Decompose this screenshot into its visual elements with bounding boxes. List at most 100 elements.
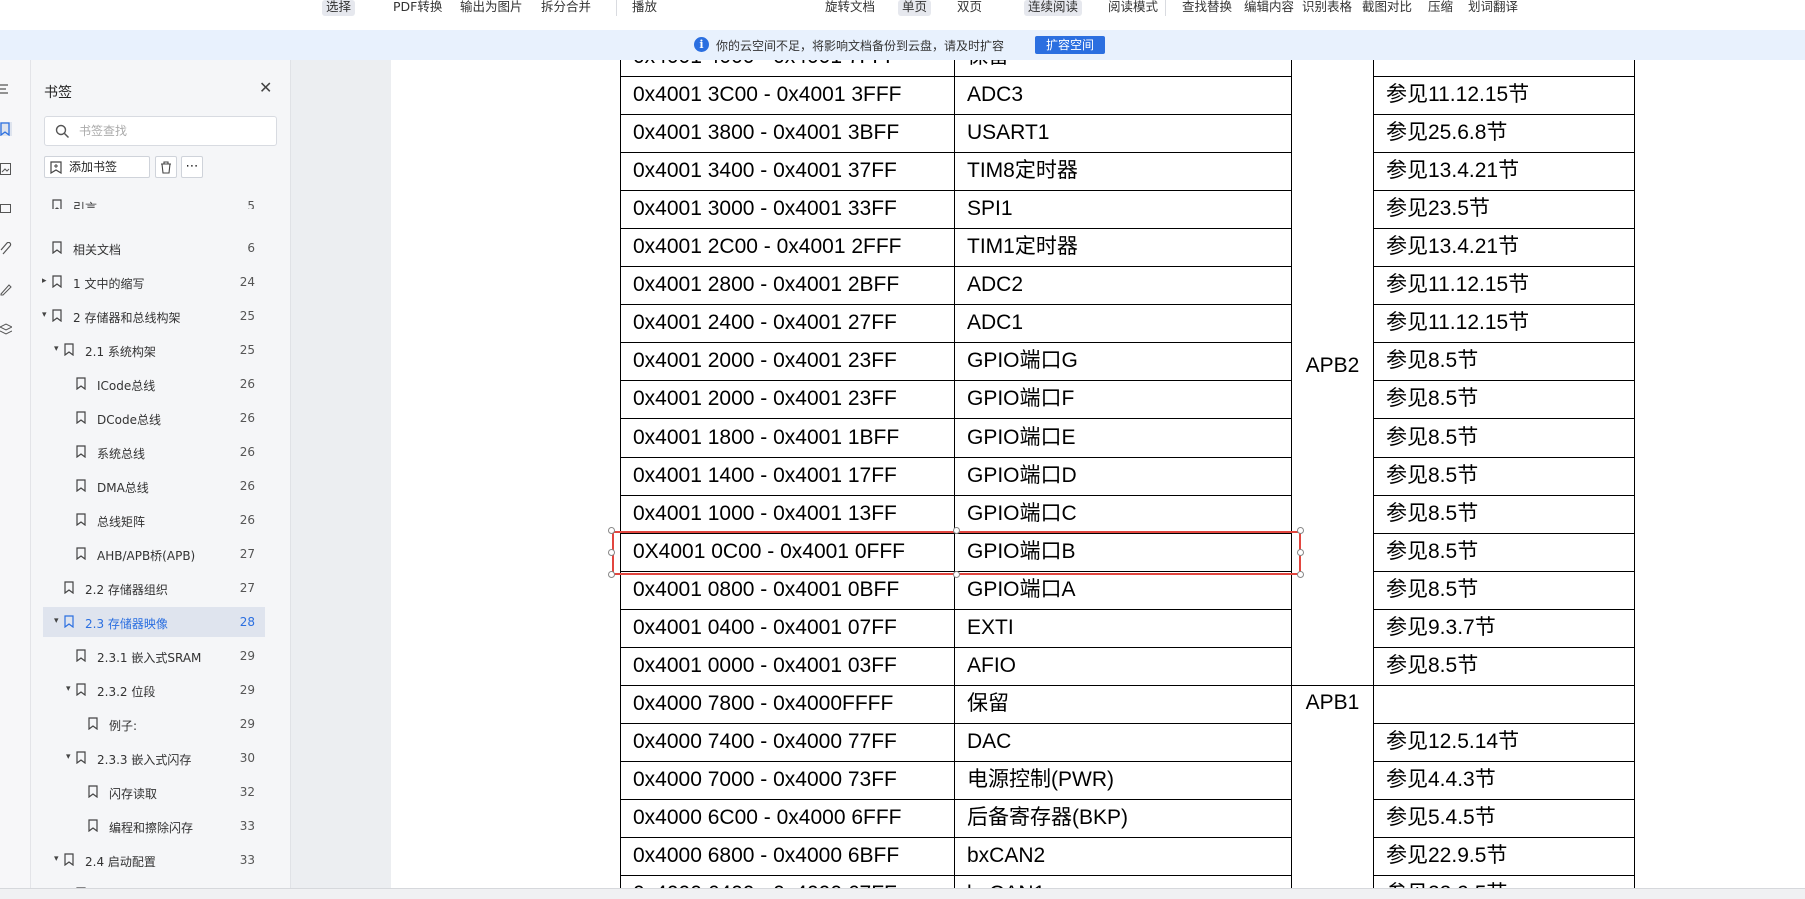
bookmark-item[interactable]: DMA总线 26 [43, 471, 265, 501]
bookmark-page-number: 25 [239, 343, 255, 357]
expand-storage-button[interactable]: 扩容空间 [1035, 36, 1105, 54]
resize-handle[interactable] [952, 570, 960, 578]
bookmark-icon [52, 275, 62, 288]
toolbar-item[interactable]: 拆分合并 [541, 0, 591, 16]
bookmark-label: 闪存读取 [109, 787, 158, 801]
toolbar-item[interactable]: 播放 [632, 0, 657, 16]
peripheral-cell: GPIO端口A [955, 570, 1292, 610]
bookmark-icon [76, 751, 86, 764]
toolbar-item[interactable]: 查找替换 [1182, 0, 1232, 16]
collapse-arrow-icon[interactable]: ▾ [54, 616, 59, 626]
close-icon[interactable]: ✕ [259, 78, 272, 97]
address-cell: 0x4001 2800 - 0x4001 2BFF [620, 266, 955, 306]
collapse-arrow-icon[interactable]: ▾ [54, 854, 59, 864]
toolbar-item[interactable]: PDF转换 [393, 0, 442, 16]
bookmark-label: 2.1 系统构架 [85, 345, 156, 359]
collapse-arrow-icon[interactable]: ▾ [66, 752, 71, 762]
trash-icon [161, 161, 171, 174]
toolbar-item[interactable]: 输出为图片 [460, 0, 523, 16]
bookmark-icon [88, 819, 98, 832]
bookmark-search-input[interactable] [77, 123, 271, 139]
bookmark-item[interactable]: 总线矩阵 26 [43, 505, 265, 535]
document-viewport: 0x4001 4000 - 0x4001 7FFF保留0x4001 3C00 -… [291, 60, 1805, 888]
collapse-arrow-icon[interactable]: ▾ [66, 684, 71, 694]
bookmark-item[interactable]: ▾ 2.3.3 嵌入式闪存 30 [43, 743, 265, 773]
bookmark-item[interactable]: 引言 5 [43, 191, 265, 209]
bookmark-item[interactable]: 相关文档 6 [43, 233, 265, 263]
bookmark-item[interactable]: ▾ 2.3.2 位段 29 [43, 675, 265, 705]
bookmark-label: 2.3.3 嵌入式闪存 [97, 753, 192, 767]
resize-handle[interactable] [608, 548, 615, 556]
signature-icon[interactable] [0, 282, 12, 296]
resize-handle[interactable] [1297, 570, 1304, 578]
outline-icon[interactable] [0, 82, 12, 96]
address-cell: 0x4001 0400 - 0x4001 07FF [620, 608, 955, 648]
selection-box[interactable] [612, 530, 1301, 575]
collapse-arrow-icon[interactable]: ▾ [42, 310, 47, 320]
bookmark-item[interactable]: ▾ 2.1 系统构架 25 [43, 335, 265, 365]
toolbar-item[interactable]: 连续阅读 [1024, 0, 1083, 16]
peripheral-cell: ADC2 [955, 266, 1292, 306]
bookmark-item[interactable]: ▾ 2.3 存储器映像 28 [43, 607, 265, 637]
address-cell: 0x4001 1800 - 0x4001 1BFF [620, 418, 955, 458]
bookmark-icon[interactable] [0, 122, 12, 136]
thumbnail-icon[interactable] [0, 162, 12, 176]
bookmark-item[interactable]: ▸ 1 文中的缩写 24 [42, 267, 265, 297]
resize-handle[interactable] [608, 526, 615, 534]
bookmark-item[interactable]: 闪存读取 32 [43, 777, 265, 807]
add-bookmark-button[interactable]: 添加书签 [44, 156, 150, 178]
reference-cell: 参见8.5节 [1374, 646, 1635, 686]
bookmark-page-number: 29 [239, 717, 255, 731]
bookmark-label: 2.4 启动配置 [85, 855, 156, 869]
bookmark-label: 2.3.2 位段 [97, 685, 156, 699]
reference-cell: 参见13.4.21节 [1374, 152, 1635, 192]
bookmark-item[interactable]: ▾ 2 存储器和总线构架 25 [42, 301, 265, 331]
toolbar-item[interactable]: 编辑内容 [1244, 0, 1294, 16]
toolbar-item[interactable]: 旋转文档 [825, 0, 875, 16]
layers-icon[interactable] [0, 322, 12, 336]
toolbar-item[interactable]: 识别表格 [1302, 0, 1352, 16]
bookmark-icon [76, 445, 86, 458]
resize-handle[interactable] [1297, 526, 1304, 534]
bookmark-item[interactable]: 2.2 存储器组织 27 [43, 573, 265, 603]
bookmark-panel: 书签 ✕ 添加书签 ⋯ 引言 5 相关文档 6 ▸ 1 文中的缩写 24 ▾ 2 存储器和总线构… [31, 60, 291, 888]
reference-cell: 参见25.6.8节 [1374, 114, 1635, 154]
toolbar-item[interactable]: 阅读模式 [1108, 0, 1158, 16]
bookmark-label: 1 文中的缩写 [73, 277, 145, 291]
address-cell: 0x4001 0000 - 0x4001 03FF [620, 646, 955, 686]
address-cell: 0x4001 0800 - 0x4001 0BFF [620, 570, 955, 610]
toolbar-item[interactable]: 选择 [322, 0, 356, 16]
toolbar-item[interactable]: 单页 [898, 0, 932, 16]
address-cell: 0x4001 3400 - 0x4001 37FF [620, 152, 955, 192]
delete-bookmark-button[interactable] [155, 156, 177, 178]
comment-icon[interactable] [0, 202, 12, 216]
reference-cell: 参见11.12.15节 [1374, 304, 1635, 344]
bookmark-item[interactable]: 例子: 29 [43, 709, 265, 739]
bookmark-item[interactable]: 2.3.1 嵌入式SRAM 29 [43, 641, 265, 671]
expand-arrow-icon[interactable]: ▸ [42, 276, 47, 286]
resize-handle[interactable] [1297, 548, 1304, 556]
bookmark-icon [76, 377, 86, 390]
bookmark-item[interactable]: ▾ 2.4 启动配置 33 [43, 845, 265, 875]
more-options-button[interactable]: ⋯ [181, 156, 203, 178]
toolbar-item[interactable]: 双页 [957, 0, 982, 16]
reference-cell: 参见8.5节 [1374, 418, 1635, 458]
resize-handle[interactable] [952, 526, 960, 534]
bookmark-item[interactable]: ICode总线 26 [43, 369, 265, 399]
bookmark-item[interactable]: 编程和擦除闪存 33 [43, 811, 265, 841]
collapse-arrow-icon[interactable]: ▾ [54, 344, 59, 354]
resize-handle[interactable] [608, 570, 615, 578]
toolbar-item[interactable]: 划词翻译 [1468, 0, 1518, 16]
toolbar-item[interactable]: 截图对比 [1362, 0, 1412, 16]
bookmark-label: AHB/APB桥(APB) [97, 549, 196, 563]
toolbar-item[interactable]: 压缩 [1428, 0, 1453, 16]
bookmark-item[interactable]: 内嵌的自举程序33 [43, 879, 265, 888]
bookmark-icon [52, 241, 62, 254]
bookmark-item[interactable]: AHB/APB桥(APB) 27 [43, 539, 265, 569]
address-cell: 0x4000 6400 - 0x4000 67FF [620, 875, 955, 888]
bookmark-label: 相关文档 [73, 243, 122, 257]
bookmark-icon [64, 581, 74, 594]
bookmark-item[interactable]: DCode总线 26 [43, 403, 265, 433]
bookmark-item[interactable]: 系统总线 26 [43, 437, 265, 467]
attachment-icon[interactable] [0, 242, 12, 256]
